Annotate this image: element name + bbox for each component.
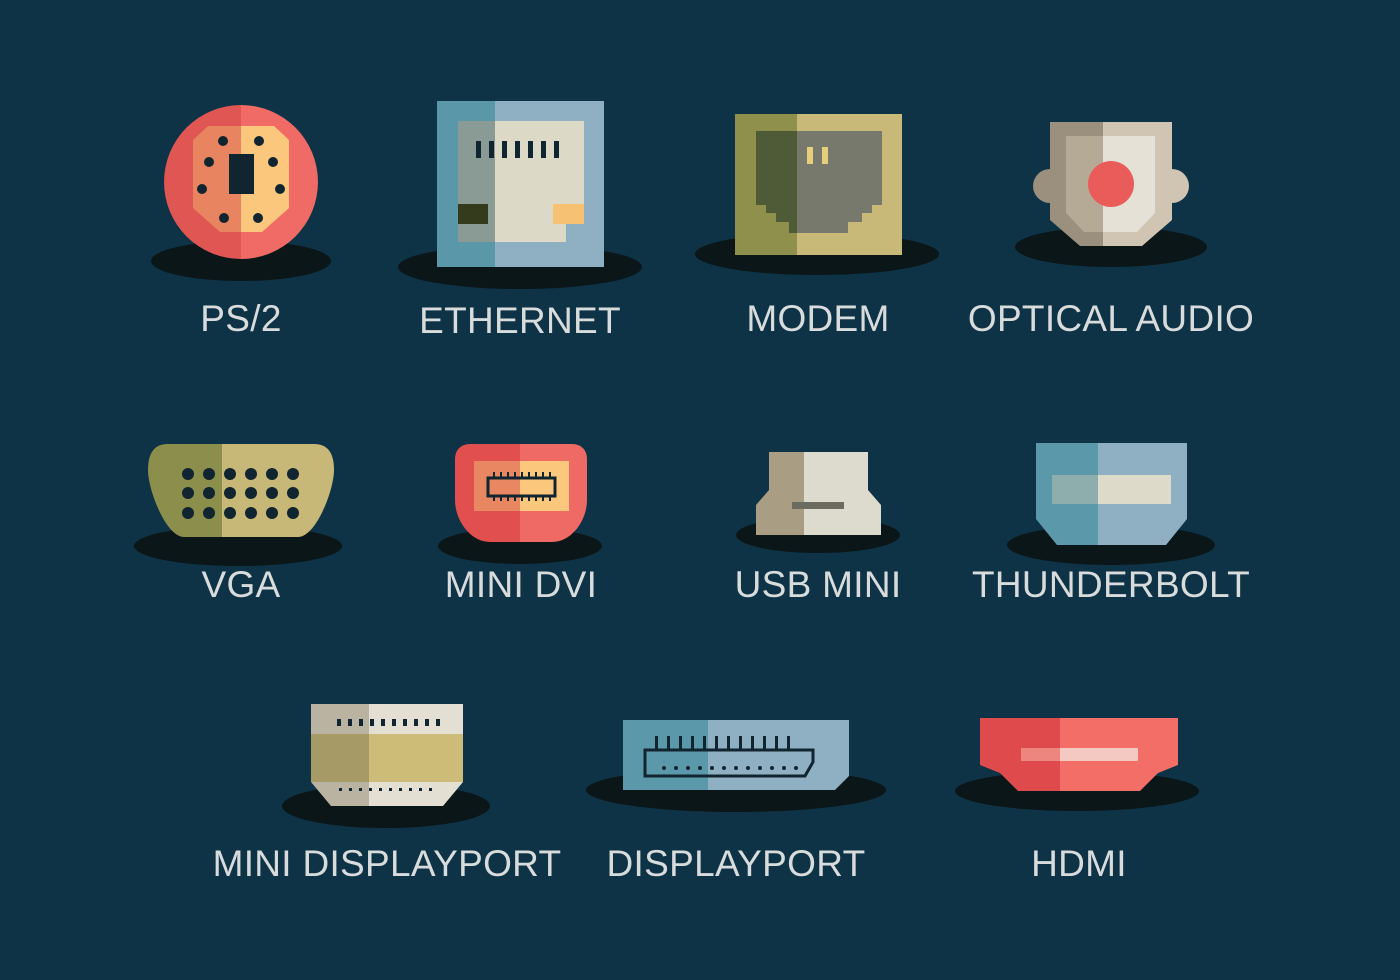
port-label-vga: VGA bbox=[201, 564, 281, 605]
port-label-usb-mini: USB MINI bbox=[734, 564, 902, 605]
ps2-port-icon bbox=[151, 105, 331, 281]
port-label-displayport: DISPLAYPORT bbox=[606, 843, 866, 884]
vga-port-icon bbox=[134, 444, 342, 566]
port-label-ethernet: ETHERNET bbox=[419, 300, 621, 341]
displayport-port-icon bbox=[586, 720, 886, 812]
port-label-hdmi: HDMI bbox=[1031, 843, 1127, 884]
port-label-mini-displayport: MINI DISPLAYPORT bbox=[212, 843, 562, 884]
mini-dvi-port-icon bbox=[438, 444, 602, 564]
port-label-thunderbolt: THUNDERBOLT bbox=[971, 564, 1251, 605]
ethernet-port-icon bbox=[398, 101, 642, 289]
usb-mini-port-icon bbox=[736, 452, 900, 553]
mini-displayport-port-icon bbox=[282, 704, 490, 828]
port-icons-canvas bbox=[134, 101, 1215, 828]
port-label-mini-dvi: MINI DVI bbox=[444, 564, 598, 605]
hdmi-port-icon bbox=[955, 718, 1199, 811]
port-label-ps2: PS/2 bbox=[200, 298, 282, 339]
thunderbolt-port-icon bbox=[1007, 443, 1215, 565]
port-label-modem: MODEM bbox=[746, 298, 890, 339]
port-label-optical-audio: OPTICAL AUDIO bbox=[967, 298, 1255, 339]
optical-audio-port-icon bbox=[1015, 122, 1207, 267]
modem-port-icon bbox=[695, 114, 939, 275]
